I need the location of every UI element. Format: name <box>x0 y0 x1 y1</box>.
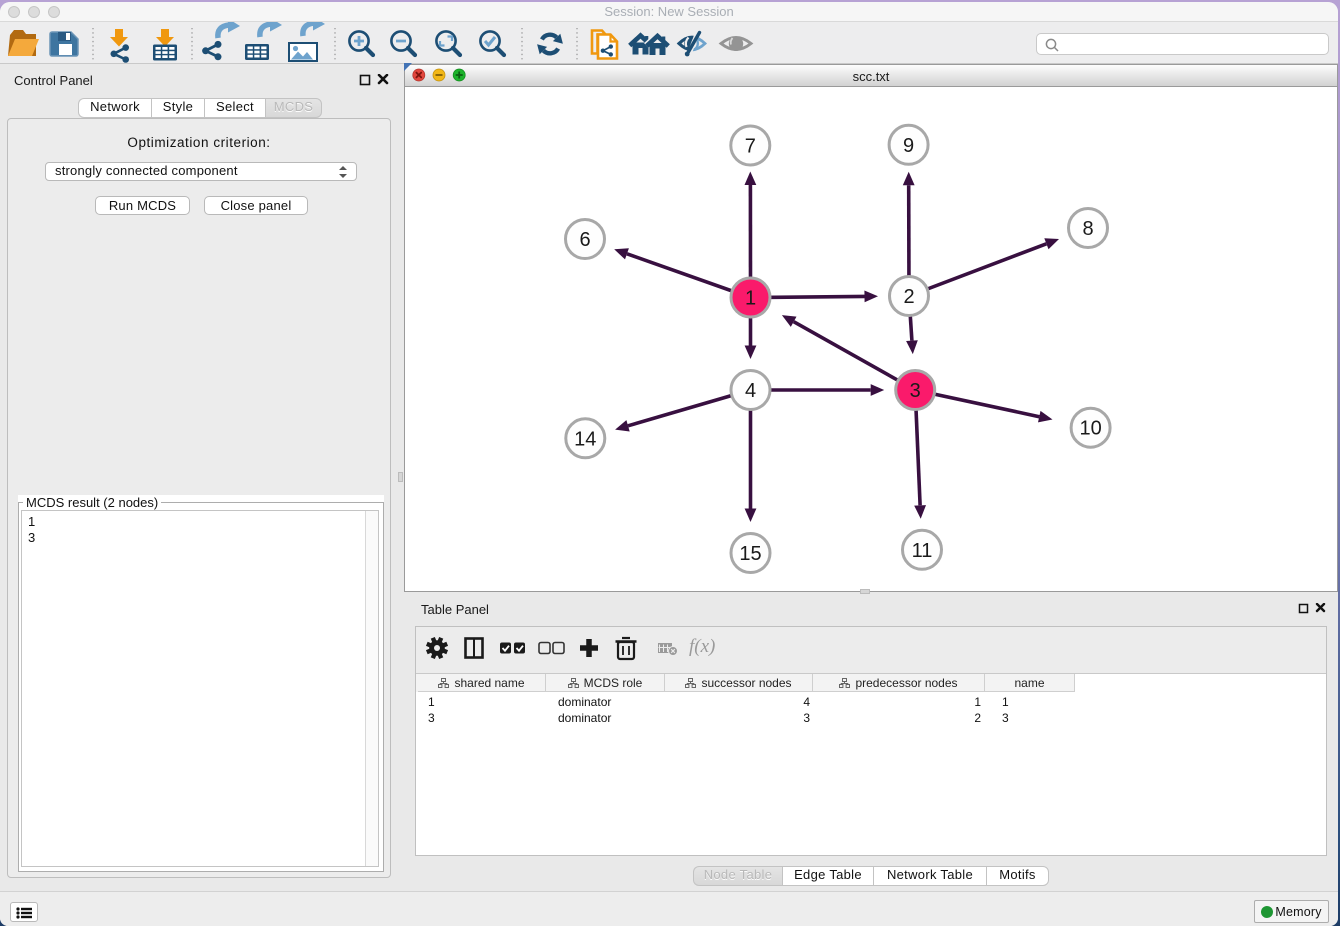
svg-text:10: 10 <box>1079 418 1101 440</box>
svg-text:8: 8 <box>1082 218 1093 240</box>
svg-text:3: 3 <box>910 380 921 402</box>
svg-text:11: 11 <box>912 540 933 562</box>
svg-text:15: 15 <box>739 543 761 565</box>
svg-text:14: 14 <box>574 428 596 450</box>
svg-text:6: 6 <box>579 229 590 251</box>
svg-text:9: 9 <box>903 135 914 157</box>
svg-text:7: 7 <box>745 136 756 158</box>
svg-text:2: 2 <box>903 286 914 308</box>
svg-text:1: 1 <box>745 288 756 310</box>
svg-text:4: 4 <box>745 380 756 402</box>
